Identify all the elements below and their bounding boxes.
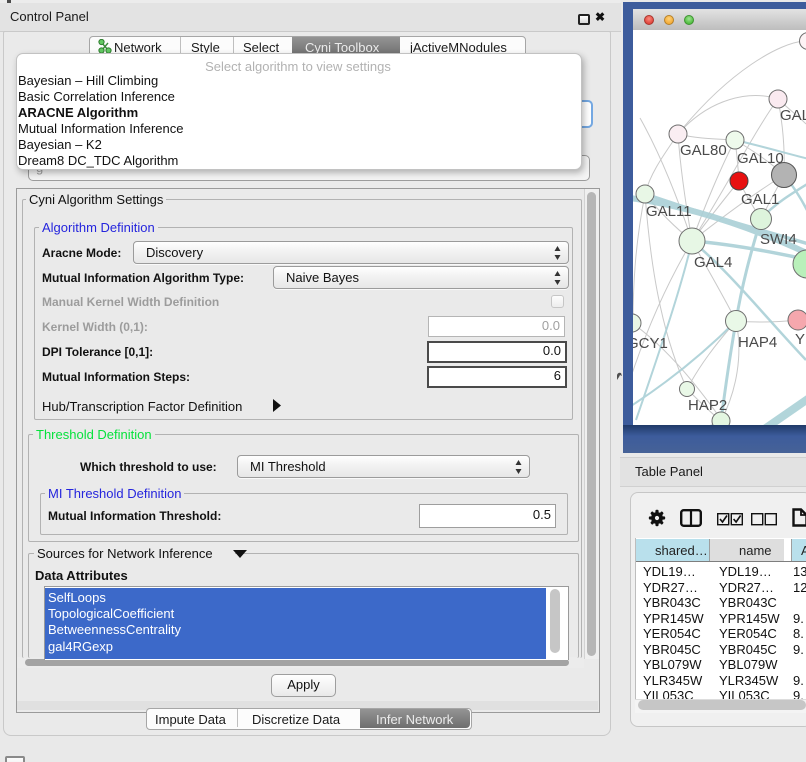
svg-text:GAL1: GAL1 xyxy=(741,191,779,208)
svg-text:GAL10: GAL10 xyxy=(737,150,784,167)
svg-text:SWI4: SWI4 xyxy=(760,231,797,248)
svg-text:GCY1: GCY1 xyxy=(633,335,668,352)
svg-text:HAP4: HAP4 xyxy=(738,334,777,351)
svg-text:HAP2: HAP2 xyxy=(688,397,727,414)
svg-text:GAL4: GAL4 xyxy=(694,254,732,271)
svg-text:Y: Y xyxy=(795,331,805,348)
svg-text:GAL11: GAL11 xyxy=(646,203,692,220)
svg-text:GAL80: GAL80 xyxy=(680,142,727,159)
svg-text:GAL2: GAL2 xyxy=(780,107,806,124)
